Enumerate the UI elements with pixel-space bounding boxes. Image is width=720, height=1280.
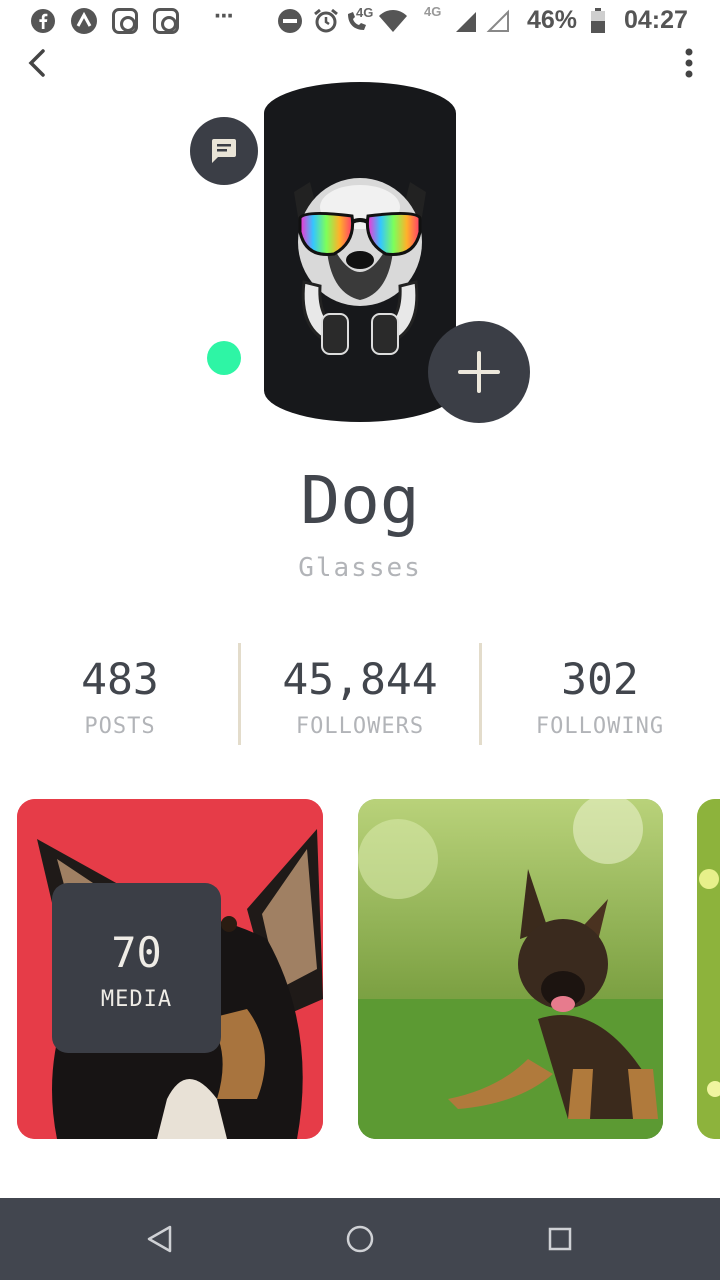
network-type-label: 4G <box>356 5 374 20</box>
instagram-icon <box>153 8 179 34</box>
stat-label: FOLLOWERS <box>295 714 425 739</box>
wifi-icon <box>378 8 408 34</box>
nav-recents-button[interactable] <box>540 1219 580 1259</box>
media-card-shepherd-puppy[interactable] <box>358 799 663 1139</box>
media-count-badge[interactable]: 70 MEDIA <box>52 883 221 1053</box>
media-label: MEDIA <box>100 987 173 1012</box>
battery-percent: 46% <box>527 6 578 34</box>
message-button[interactable] <box>190 117 258 185</box>
instagram-icon <box>112 8 138 34</box>
nav-back-icon <box>147 1225 172 1253</box>
stat-label: FOLLOWING <box>535 714 665 739</box>
dnd-icon <box>277 8 303 34</box>
alarm-icon <box>313 8 339 34</box>
partial-photo <box>697 799 720 1139</box>
stat-following[interactable]: 302 FOLLOWING <box>480 650 720 739</box>
nav-home-icon <box>346 1225 374 1253</box>
back-arrow-icon <box>28 49 45 77</box>
add-button[interactable] <box>428 321 530 423</box>
more-notifications: ··· <box>214 2 235 30</box>
more-vertical-icon <box>685 48 693 78</box>
stat-value: 483 <box>81 655 159 705</box>
stat-posts[interactable]: 483 POSTS <box>0 650 240 739</box>
profile-subtitle: Glasses <box>298 553 422 583</box>
signal-empty-icon <box>486 8 512 34</box>
online-status-indicator <box>207 341 241 375</box>
nav-back-button[interactable] <box>140 1219 180 1259</box>
more-options-button[interactable] <box>672 46 706 80</box>
arrow-up-icon <box>70 7 98 35</box>
facebook-icon <box>30 8 56 34</box>
clock: 04:27 <box>624 6 688 34</box>
message-icon <box>212 139 236 163</box>
network-type-label: 4G <box>424 4 442 19</box>
battery-icon <box>590 8 606 34</box>
german-shepherd-puppy-photo <box>358 799 663 1139</box>
system-nav-bar <box>0 1198 720 1280</box>
media-card-partial[interactable] <box>697 799 720 1139</box>
plus-icon <box>458 351 500 393</box>
signal-icon <box>454 8 480 34</box>
profile-name: Dog <box>300 462 420 539</box>
back-button[interactable] <box>20 46 54 80</box>
status-bar: ··· 4G 4G 46% 04:27 <box>0 0 720 42</box>
stat-value: 45,844 <box>282 655 438 705</box>
stat-followers[interactable]: 45,844 FOLLOWERS <box>240 650 480 739</box>
nav-recents-icon <box>548 1227 572 1251</box>
nav-home-button[interactable] <box>340 1219 380 1259</box>
media-count: 70 <box>111 928 162 977</box>
stat-label: POSTS <box>84 714 156 739</box>
stat-value: 302 <box>561 655 639 705</box>
